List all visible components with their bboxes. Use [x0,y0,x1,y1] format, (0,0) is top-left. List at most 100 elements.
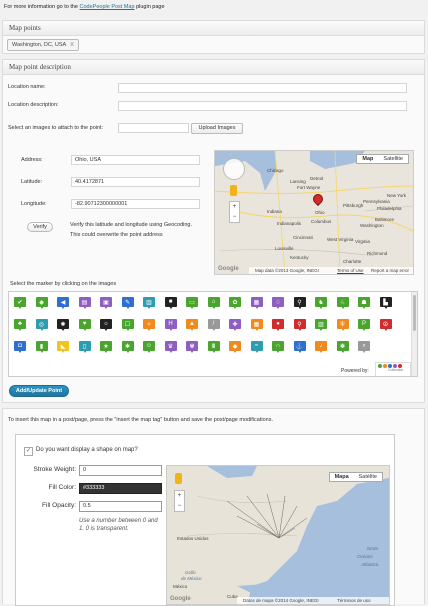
marker-scrollbar[interactable] [411,292,417,376]
map2-type-control[interactable]: Mapa Satélite [328,472,383,482]
aquarium-marker-icon[interactable]: ≈ [250,341,263,354]
flame-marker-icon[interactable]: ▲ [186,319,198,332]
hiker-marker-icon[interactable]: ✧ [143,319,155,332]
speech-marker-icon[interactable]: ● [272,319,284,332]
marker-tip [190,306,194,309]
bottle-marker-icon[interactable]: ▮ [35,341,48,354]
map2-terms-link[interactable]: Términos de uso [337,598,371,603]
horse-marker-icon[interactable]: ♘ [336,297,349,310]
deer-marker-icon[interactable]: ♞ [315,297,327,310]
lotus-marker-icon[interactable]: ✾ [186,341,198,354]
remove-point-icon[interactable]: X [70,40,74,50]
horseshoe-marker-icon[interactable]: ∩ [272,341,284,354]
peace-marker-icon[interactable]: ☮ [379,319,392,332]
letter-h-marker-icon[interactable]: H [164,319,177,332]
bell-marker-icon[interactable]: ♪ [315,341,327,354]
google-logo: Google [218,266,239,272]
star-marker-icon[interactable]: ★ [100,341,112,354]
shape-map[interactable]: Estados Unidos México Cuba Norte Golfo d… [166,465,390,605]
shield-marker-icon[interactable]: ◆ [35,297,48,310]
marker-tip [254,350,259,353]
map-city-label: Richmond [367,251,388,256]
map-pin-marker-icon[interactable]: ⚲ [293,319,306,332]
zoom-in-button[interactable]: + [230,202,239,212]
camera-marker-icon[interactable]: ◘ [14,341,26,354]
zoom-control[interactable]: + − [174,490,185,512]
pegman-icon[interactable] [230,185,237,196]
crown-marker-icon[interactable]: ♛ [164,341,177,354]
latitude-input[interactable]: 40.4172871 [71,177,200,187]
knife-marker-icon[interactable]: / [207,319,220,332]
twitter-bird-marker-icon[interactable]: ✔ [14,297,26,310]
sun-marker-icon[interactable]: ☼ [100,319,112,332]
anchor-marker-icon[interactable]: ⚓ [293,341,306,354]
speaker-marker-icon[interactable]: ◀ [57,297,69,310]
upload-images-button[interactable]: Upload Images [191,123,243,134]
parking-marker-icon[interactable]: P [358,319,370,332]
zoom-in-button[interactable]: + [175,491,184,501]
table-marker-icon[interactable]: ▦ [250,319,263,332]
bicycle-marker-icon[interactable]: ⚲ [293,297,306,310]
longitude-input[interactable]: -82.90712300000001 [71,199,200,209]
zoom-out-button[interactable]: − [175,501,184,511]
fill-opacity-input[interactable]: 0.5 [79,501,162,512]
document-marker-icon[interactable]: ▤ [78,297,91,310]
map2-type-map[interactable]: Mapa [330,473,354,481]
marker-scrollbar-thumb[interactable] [413,295,416,331]
powered-by-logo[interactable]: Collection [375,362,411,376]
shape-checkbox[interactable]: ✓ [24,447,33,456]
runner-marker-icon[interactable]: ☐ [121,319,134,332]
codepeople-link[interactable]: CodePeople Post Map [80,4,135,10]
pan-control[interactable] [223,158,245,180]
zoom-control[interactable]: + − [229,201,240,223]
zoom-out-button[interactable]: − [230,212,239,222]
columns-marker-icon[interactable]: Ⅲ [207,341,220,354]
person-marker-icon[interactable]: ☺ [143,341,155,354]
location-description-input[interactable] [118,101,407,111]
map2-type-satellite[interactable]: Satélite [354,473,382,481]
map-type-map[interactable]: Map [357,155,378,163]
location-name-input[interactable] [118,83,407,93]
fill-color-input[interactable]: #333333 [79,483,162,494]
heart-marker-icon[interactable]: ♥ [78,319,91,332]
stroke-weight-input[interactable]: 0 [79,465,162,476]
tree-marker-icon[interactable]: ♣ [14,319,26,332]
terms-link[interactable]: Terms of Use [337,268,364,273]
marker-tip [82,350,87,353]
address-input[interactable]: Ohio, USA [71,155,200,165]
clipboard-marker-icon[interactable]: ▯ [78,341,91,354]
map-type-satellite[interactable]: Satellite [378,155,408,163]
library-marker-icon[interactable]: ▥ [315,319,327,332]
location-map[interactable]: Chicago Fort Wayne Indiana Ohio Columbus… [214,150,414,275]
map-point-tag[interactable]: Washington, DC, USA X [7,39,79,51]
snowflake-marker-icon[interactable]: ✱ [121,341,134,354]
book-marker-icon[interactable]: ▥ [143,297,155,310]
verify-button[interactable]: Verify [27,222,53,232]
image-marker-icon[interactable]: ▦ [250,297,263,310]
map-type-control[interactable]: Map Satellite [356,154,409,164]
photo-marker-icon[interactable]: ▣ [100,297,112,310]
hospital-marker-icon[interactable]: ✚ [229,319,241,332]
house-marker-icon[interactable]: ⌂ [207,297,220,310]
magnifier-marker-icon[interactable]: ⌕ [358,341,370,354]
marker-tip [340,328,345,331]
factory-marker-icon[interactable]: ▙ [379,297,392,310]
leaf-marker-icon[interactable]: ✿ [229,297,241,310]
walker-marker-icon[interactable]: ☗ [358,297,370,310]
globe-marker-icon[interactable]: ◎ [35,319,48,332]
wine-marker-icon[interactable]: ♢ [272,297,284,310]
marker-tip [340,306,345,309]
paw-marker-icon[interactable]: ✽ [336,341,349,354]
pin-marker-icon[interactable]: ✎ [121,297,134,310]
shoe-marker-icon[interactable]: ◣ [57,341,69,354]
monitor-marker-icon[interactable]: ▭ [186,297,198,310]
bus-marker-icon[interactable]: ■ [164,297,177,310]
biohazard-marker-icon[interactable]: ✺ [57,319,69,332]
report-map-error-link[interactable]: Report a map error [371,268,409,273]
fork-marker-icon[interactable]: ψ [336,319,349,332]
fish-marker-icon[interactable]: ◆ [229,341,241,354]
pegman-icon[interactable] [175,473,182,484]
map-point-description-box: Map point description Location name: Loc… [2,59,425,403]
images-input[interactable] [118,123,189,133]
add-update-point-button[interactable]: Add/Update Point [9,385,69,397]
